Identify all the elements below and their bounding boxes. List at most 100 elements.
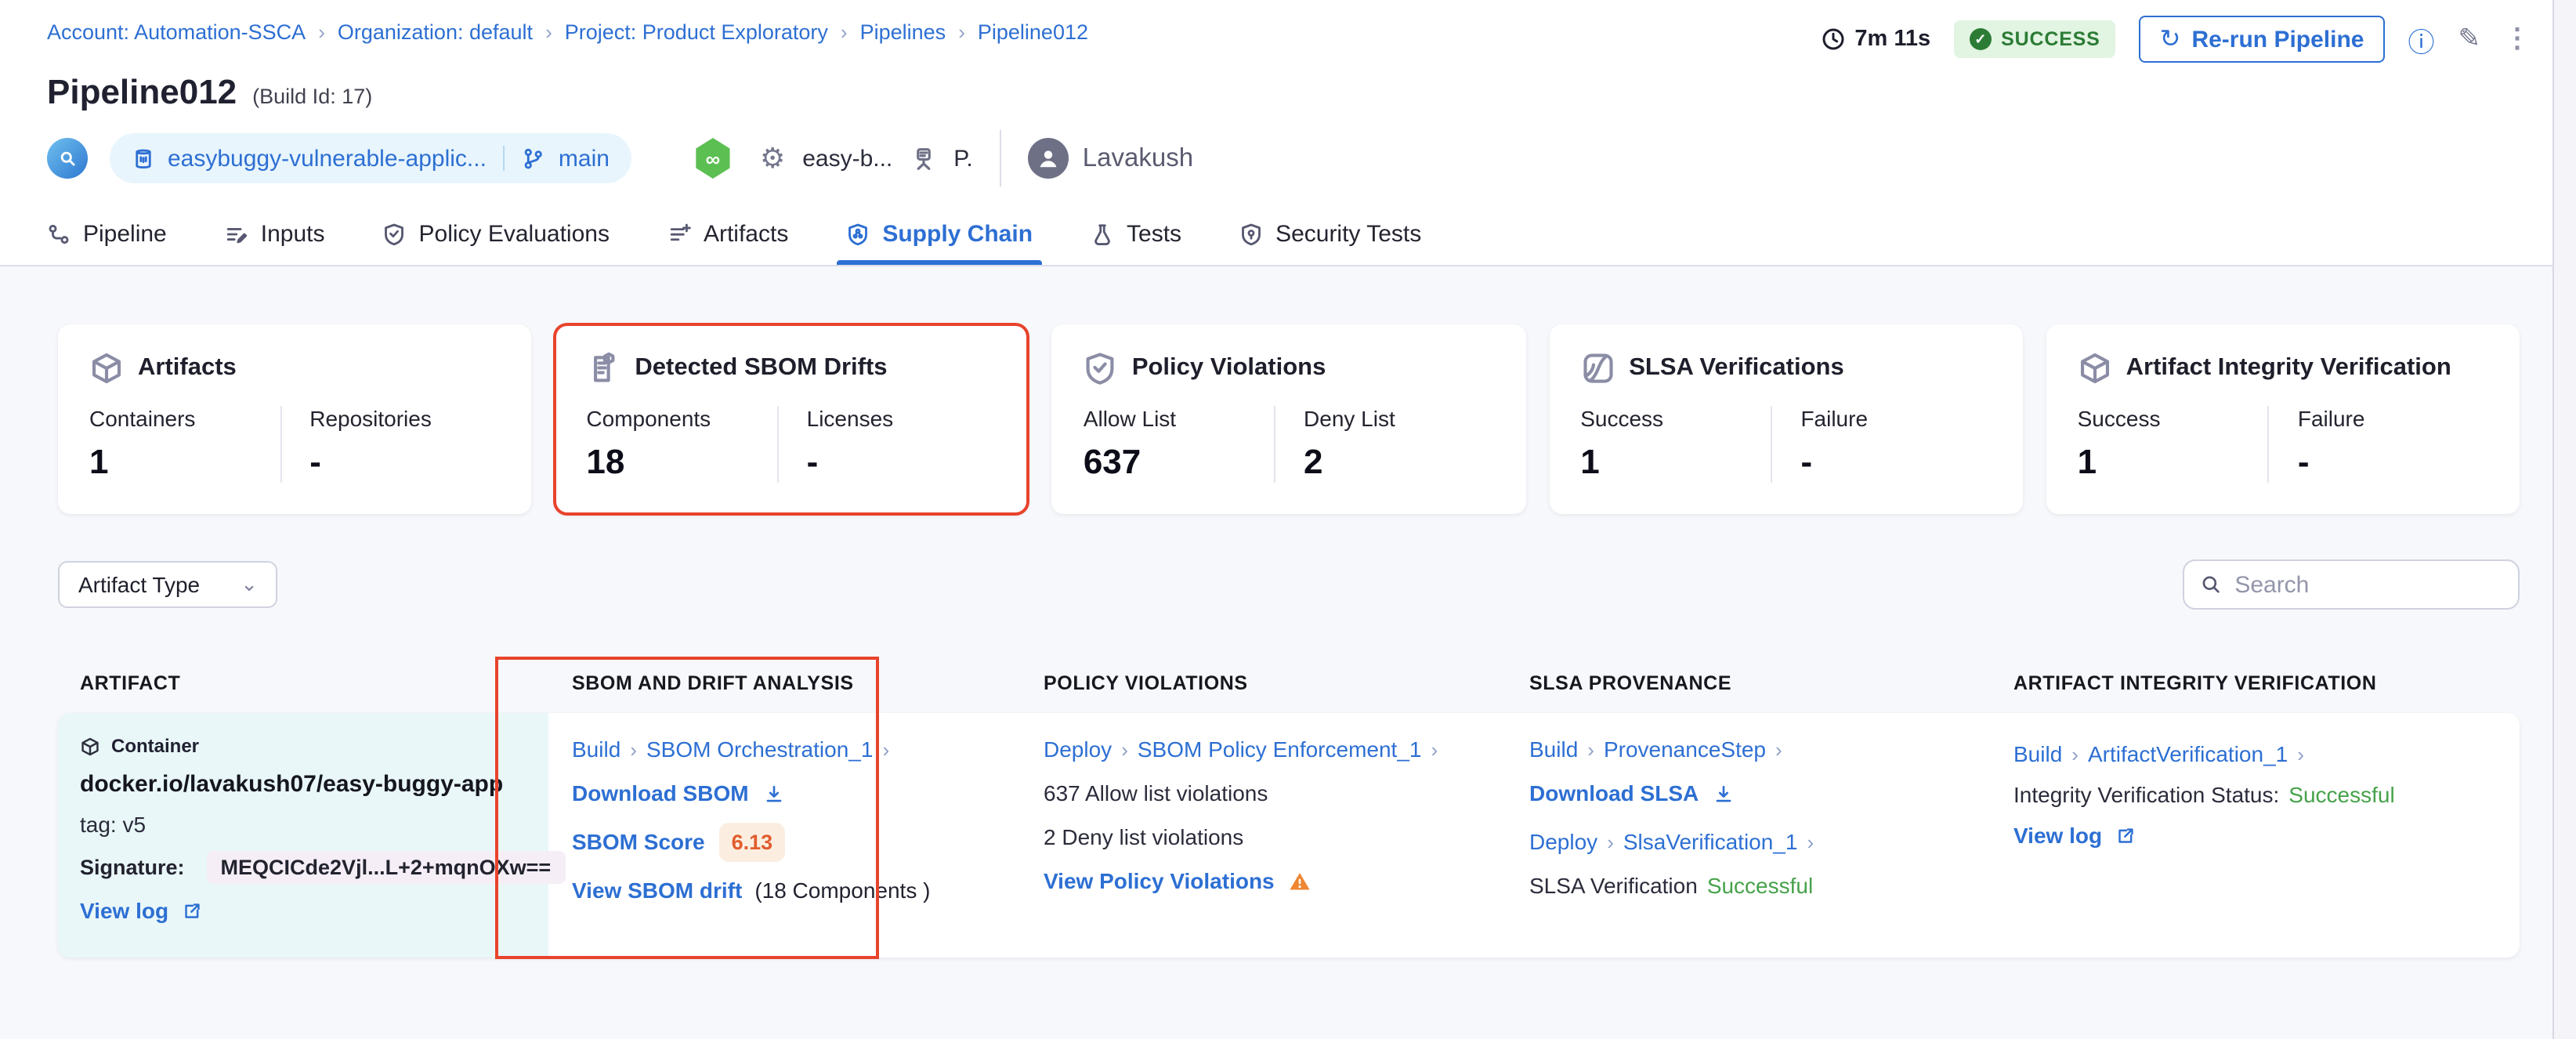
breadcrumb-organization[interactable]: Organization: default	[338, 20, 533, 44]
breadcrumb-account[interactable]: Account: Automation-SSCA	[47, 20, 306, 44]
artifact-table-row: Container docker.io/lavakush07/easy-bugg…	[58, 713, 2520, 958]
tab-supply-chain[interactable]: Supply Chain	[846, 204, 1033, 265]
check-circle-icon: ✓	[1970, 28, 1992, 50]
download-slsa-link[interactable]: Download SLSA	[1529, 779, 1699, 809]
executed-by-user: Lavakush	[1083, 143, 1193, 173]
stage-link[interactable]: Build	[1529, 735, 1578, 765]
step-link[interactable]: ArtifactVerification_1	[2088, 740, 2288, 769]
chevron-right-icon: ›	[1807, 827, 1814, 857]
repo-branch-chip[interactable]: easybuggy-vulnerable-applic... main	[110, 133, 631, 183]
signature-value: MEQCICde2Vjl...L+2+mqnOXw==	[207, 851, 566, 884]
security-shield-icon	[1239, 223, 1263, 246]
harness-ci-icon: ∞	[694, 138, 732, 179]
table-header-row: ARTIFACT SBOM AND DRIFT ANALYSIS POLICY …	[58, 672, 2520, 694]
shield-check-icon	[383, 223, 407, 246]
step-link[interactable]: SBOM Policy Enforcement_1	[1138, 735, 1422, 765]
card-title: Artifacts	[138, 354, 237, 382]
signature-label: Signature:	[80, 856, 185, 879]
tab-pipeline[interactable]: Pipeline	[47, 204, 167, 265]
trigger-info: ∞ ⚙ easy-b... P.	[694, 138, 973, 179]
execution-controls: 7m 11s ✓ SUCCESS ↻ Re-run Pipeline ⓘ ✎ ⋮	[1820, 16, 2531, 63]
tab-security-tests[interactable]: Security Tests	[1239, 204, 1421, 265]
info-icon[interactable]: ⓘ	[2408, 20, 2435, 59]
download-sbom-link[interactable]: Download SBOM	[572, 779, 749, 809]
chevron-right-icon: ›	[318, 20, 325, 44]
stat-value: 1	[2078, 442, 2268, 483]
chevron-right-icon: ›	[2071, 740, 2079, 769]
step-link[interactable]: ProvenanceStep	[1604, 735, 1766, 765]
infinity-glyph: ∞	[706, 147, 721, 170]
card-policy-violations: Policy Violations Allow List637 Deny Lis…	[1052, 324, 1525, 514]
artifact-type-dropdown[interactable]: Artifact Type ⌄	[58, 561, 278, 608]
clock-icon	[1820, 27, 1845, 52]
codebase-icon	[47, 138, 88, 179]
breadcrumb-current-pipeline[interactable]: Pipeline012	[978, 20, 1088, 44]
rerun-pipeline-button[interactable]: ↻ Re-run Pipeline	[2140, 16, 2385, 63]
container-cube-icon	[80, 736, 100, 756]
vertical-scrollbar[interactable]	[2552, 0, 2576, 1039]
step-link[interactable]: SlsaVerification_1	[1623, 827, 1798, 857]
card-title: Detected SBOM Drifts	[635, 354, 887, 382]
pipeline-icon	[47, 223, 71, 246]
artifact-type-label: Artifact Type	[78, 572, 200, 597]
artifact-type-label: Container	[111, 735, 199, 757]
card-artifact-integrity-verification: Artifact Integrity Verification Success 1…	[2046, 324, 2520, 514]
artifact-type-badge: Container	[80, 735, 526, 757]
tab-policy-evaluations[interactable]: Policy Evaluations	[383, 204, 610, 265]
chevron-right-icon: ›	[545, 20, 552, 44]
breadcrumb-pipelines[interactable]: Pipelines	[860, 20, 946, 44]
divider	[1000, 130, 1001, 186]
branch-name: main	[559, 145, 610, 172]
tab-label: Supply Chain	[882, 221, 1033, 248]
stat-label: Failure	[2298, 406, 2488, 431]
stat-label: Success	[2078, 406, 2268, 431]
git-branch-icon	[523, 147, 546, 170]
tab-artifacts[interactable]: Artifacts	[668, 204, 788, 265]
tab-inputs[interactable]: Inputs	[225, 204, 325, 265]
execution-duration: 7m 11s	[1820, 27, 1930, 52]
slsa-provenance-cell: Build › ProvenanceStep › Download SLSA D…	[1529, 713, 2013, 958]
refresh-icon: ↻	[2160, 24, 2181, 55]
build-id-label: (Build Id: 17)	[252, 85, 372, 108]
column-header-integrity: ARTIFACT INTEGRITY VERIFICATION	[2013, 672, 2520, 694]
topbar: Account: Automation-SSCA › Organization:…	[0, 0, 2576, 204]
sbom-score-link[interactable]: SBOM Score	[572, 827, 705, 857]
view-sbom-drift-link[interactable]: View SBOM drift	[572, 876, 742, 906]
stage-link[interactable]: Deploy	[1044, 735, 1112, 765]
tab-tests[interactable]: Tests	[1091, 204, 1181, 265]
more-options-icon[interactable]: ⋮	[2504, 24, 2531, 55]
tab-label: Policy Evaluations	[419, 221, 610, 248]
card-title: Artifact Integrity Verification	[2126, 354, 2451, 382]
inputs-icon	[225, 223, 248, 246]
search-input[interactable]	[2234, 571, 2502, 598]
chevron-right-icon: ›	[630, 735, 637, 765]
stat-label: Success	[1580, 406, 1771, 431]
breadcrumb-project[interactable]: Project: Product Exploratory	[565, 20, 828, 44]
search-icon	[2200, 572, 2222, 597]
trigger-source-label: easy-b...	[802, 145, 892, 172]
gear-icon: ⚙	[760, 142, 785, 175]
card-artifacts: Artifacts Containers1 Repositories-	[58, 324, 531, 514]
cube-icon	[2078, 351, 2112, 386]
chevron-right-icon: ›	[1431, 735, 1438, 765]
stat-label: Failure	[1800, 406, 1991, 431]
integrity-status-value: Successful	[2288, 780, 2394, 810]
page-title: Pipeline012	[47, 72, 237, 113]
chevron-right-icon: ›	[1587, 735, 1594, 765]
stage-link[interactable]: Deploy	[1529, 827, 1597, 857]
card-title: Policy Violations	[1132, 354, 1326, 382]
view-log-link[interactable]: View log	[80, 898, 168, 923]
stage-link[interactable]: Build	[572, 735, 620, 765]
status-badge: ✓ SUCCESS	[1954, 20, 2115, 58]
edit-pipeline-icon[interactable]: ✎	[2458, 24, 2481, 55]
avatar	[1028, 138, 1069, 179]
sbom-drift-cell: Build › SBOM Orchestration_1 › Download …	[572, 713, 1044, 958]
view-policy-violations-link[interactable]: View Policy Violations	[1044, 867, 1275, 896]
search-box	[2183, 559, 2520, 610]
view-log-link[interactable]: View log	[2013, 821, 2102, 851]
step-link[interactable]: SBOM Orchestration_1	[646, 735, 873, 765]
chevron-right-icon: ›	[958, 20, 965, 44]
stage-link[interactable]: Build	[2013, 740, 2062, 769]
cube-icon	[89, 351, 124, 386]
flask-icon	[1091, 223, 1114, 246]
